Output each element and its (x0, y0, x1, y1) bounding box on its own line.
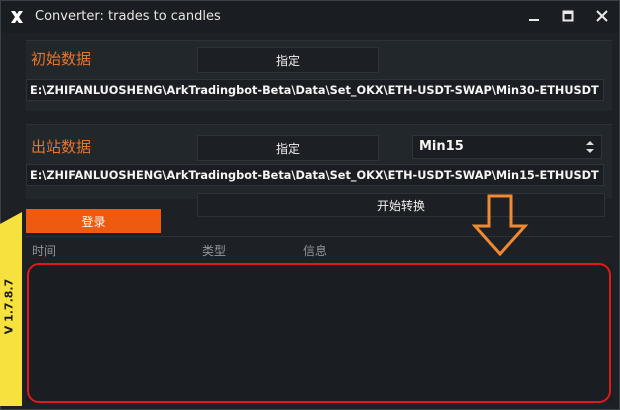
version-label: V 1.7.8.7 (2, 278, 16, 335)
close-button[interactable] (585, 1, 619, 31)
log-column-type: 类型 (202, 244, 227, 258)
output-section-label: 出站数据 (31, 138, 92, 156)
minimize-icon (529, 19, 539, 21)
timeframe-value: Min15 (419, 139, 464, 154)
input-section-label: 初始数据 (31, 50, 92, 68)
minimize-button[interactable] (517, 1, 551, 31)
output-path-field[interactable]: E:\ZHIFANLUOSHENG\ArkTradingbot-Beta\Dat… (26, 164, 604, 186)
up-down-spinner-icon[interactable] (585, 139, 595, 155)
output-assign-button[interactable]: 指定 (197, 135, 379, 161)
maximize-icon (562, 10, 574, 22)
input-path-field[interactable]: E:\ZHIFANLUOSHENG\ArkTradingbot-Beta\Dat… (26, 79, 604, 101)
login-button[interactable]: 登录 (26, 209, 161, 233)
maximize-button[interactable] (551, 1, 585, 31)
close-icon (596, 10, 608, 22)
app-logo-icon (11, 11, 23, 23)
input-assign-button[interactable]: 指定 (197, 47, 379, 73)
start-convert-button[interactable]: 开始转换 (197, 193, 605, 217)
log-table-body[interactable] (26, 264, 612, 402)
log-column-info: 信息 (303, 244, 328, 258)
title-bar: Converter: trades to candles (1, 1, 619, 33)
timeframe-select[interactable]: Min15 (412, 135, 602, 159)
window-title: Converter: trades to candles (35, 9, 221, 24)
down-arrow-annotation-icon (472, 194, 528, 257)
log-column-time: 时间 (32, 244, 57, 258)
